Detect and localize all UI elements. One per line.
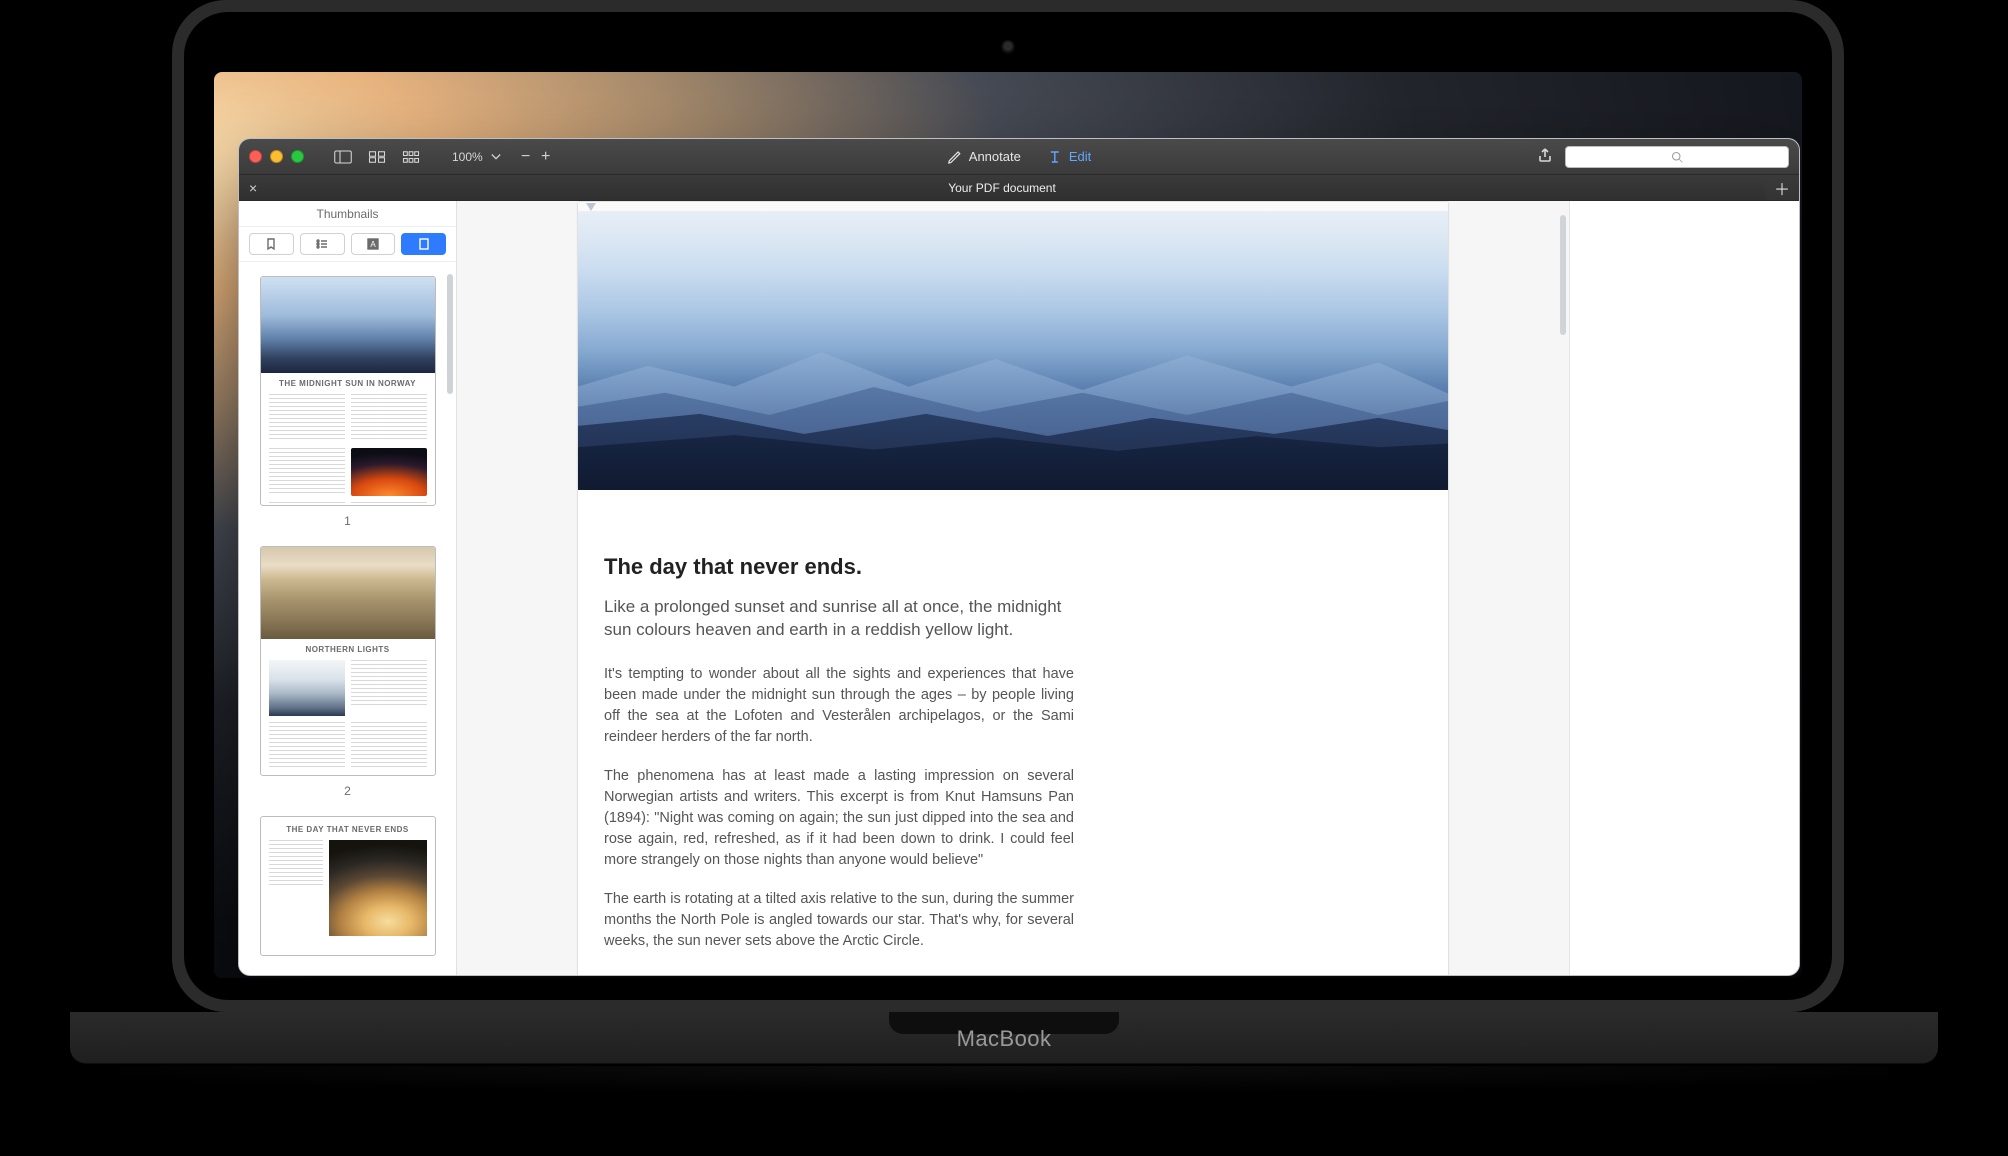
window-close-button[interactable] bbox=[249, 150, 262, 163]
thumbnail-page-number: 1 bbox=[344, 514, 351, 528]
thumbnail-list: THE MIDNIGHT SUN IN NORWAY 1 bbox=[239, 262, 456, 970]
macbook-frame: 100% − + Annotate bbox=[172, 0, 1844, 1012]
lead-text: Like a prolonged sunset and sunrise all … bbox=[604, 596, 1074, 642]
sidebar-tabs: A bbox=[239, 227, 456, 262]
thumbnail-heading: THE MIDNIGHT SUN IN NORWAY bbox=[269, 379, 427, 388]
zoom-control: 100% − + bbox=[450, 148, 555, 166]
thumbnail-page-number: 2 bbox=[344, 784, 351, 798]
document-page: The day that never ends. Like a prolonge… bbox=[577, 201, 1449, 975]
scrollbar-thumb[interactable] bbox=[1560, 215, 1566, 335]
zoom-dropdown-button[interactable] bbox=[487, 148, 505, 166]
sidebar-toggle-icon bbox=[334, 150, 352, 164]
annotate-label: Annotate bbox=[969, 149, 1021, 164]
zoom-out-button[interactable]: − bbox=[517, 148, 535, 166]
share-icon bbox=[1537, 147, 1553, 163]
window-controls bbox=[249, 150, 304, 163]
body-column: The day that never ends. Like a prolonge… bbox=[604, 554, 1074, 952]
hero-image bbox=[578, 212, 1448, 490]
thumbnail-scroll[interactable]: THE MIDNIGHT SUN IN NORWAY 1 bbox=[239, 262, 456, 975]
search-input[interactable] bbox=[1565, 146, 1789, 168]
search-icon bbox=[1671, 151, 1683, 163]
thumbnail-page-3[interactable]: THE DAY THAT NEVER ENDS bbox=[257, 816, 438, 956]
list-icon bbox=[315, 237, 329, 251]
edit-label: Edit bbox=[1069, 149, 1091, 164]
sidebar-tab-annotations[interactable]: A bbox=[351, 233, 396, 255]
paragraph-3: The earth is rotating at a tilted axis r… bbox=[604, 889, 1074, 952]
chevron-down-icon bbox=[491, 153, 501, 161]
ruler[interactable] bbox=[578, 202, 1448, 212]
tab-current[interactable]: × Your PDF document bbox=[239, 175, 1765, 200]
zoom-in-button[interactable]: + bbox=[537, 148, 555, 166]
toolbar-right bbox=[1537, 146, 1789, 168]
paragraph-1: It's tempting to wonder about all the si… bbox=[604, 664, 1074, 748]
base-shadow bbox=[120, 1066, 1888, 1094]
toolbar-center: Annotate Edit bbox=[947, 149, 1091, 165]
stage: 100% − + Annotate bbox=[0, 0, 2008, 1156]
pdf-app-window: 100% − + Annotate bbox=[238, 138, 1800, 976]
screen-bezel: 100% − + Annotate bbox=[184, 12, 1832, 1000]
page-title: The day that never ends. bbox=[604, 554, 1074, 580]
sidebar-title: Thumbnails bbox=[239, 201, 456, 227]
view-thumbnails-button[interactable] bbox=[364, 146, 390, 168]
document-scroll[interactable]: The day that never ends. Like a prolonge… bbox=[457, 201, 1569, 975]
sidebar-tab-bookmarks[interactable] bbox=[249, 233, 294, 255]
thumbnail-mini: THE MIDNIGHT SUN IN NORWAY bbox=[260, 276, 436, 506]
window-minimize-button[interactable] bbox=[270, 150, 283, 163]
annotations-icon: A bbox=[366, 237, 380, 251]
camera-icon bbox=[1001, 40, 1015, 54]
tab-title: Your PDF document bbox=[948, 181, 1056, 195]
content: Thumbnails A bbox=[239, 201, 1799, 975]
scrollbar-thumb[interactable] bbox=[447, 274, 453, 394]
window-zoom-button[interactable] bbox=[291, 150, 304, 163]
pages-view-icon bbox=[402, 150, 420, 164]
pencil-icon bbox=[947, 149, 963, 165]
view-contact-sheet-button[interactable] bbox=[398, 146, 424, 168]
thumbnails-view-icon bbox=[368, 150, 386, 164]
indent-marker-icon[interactable] bbox=[586, 203, 596, 211]
thumbnail-heading: NORTHERN LIGHTS bbox=[269, 645, 427, 654]
macbook-label: MacBook bbox=[957, 1026, 1052, 1052]
screen: 100% − + Annotate bbox=[214, 72, 1802, 978]
thumbnail-page-2[interactable]: NORTHERN LIGHTS 2 bbox=[257, 546, 438, 798]
toolbar: 100% − + Annotate bbox=[239, 139, 1799, 175]
edit-button[interactable]: Edit bbox=[1047, 149, 1091, 165]
thumbnail-heading: THE DAY THAT NEVER ENDS bbox=[269, 825, 427, 834]
share-button[interactable] bbox=[1537, 147, 1553, 166]
thumbnail-page-1[interactable]: THE MIDNIGHT SUN IN NORWAY 1 bbox=[257, 276, 438, 528]
main: The day that never ends. Like a prolonge… bbox=[457, 201, 1799, 975]
sidebar: Thumbnails A bbox=[239, 201, 457, 975]
tab-close-button[interactable]: × bbox=[249, 180, 257, 196]
sidebar-tab-outline[interactable] bbox=[300, 233, 345, 255]
minus-icon: − bbox=[521, 148, 530, 166]
tab-add-button[interactable]: ＋ bbox=[1765, 176, 1799, 200]
annotate-button[interactable]: Annotate bbox=[947, 149, 1021, 165]
sidebar-toggle-button[interactable] bbox=[330, 146, 356, 168]
bookmark-icon bbox=[264, 237, 278, 251]
paragraph-2: The phenomena has at least made a lastin… bbox=[604, 766, 1074, 871]
thumbnail-mini: NORTHERN LIGHTS bbox=[260, 546, 436, 776]
tab-bar: × Your PDF document ＋ bbox=[239, 175, 1799, 201]
text-edit-icon bbox=[1047, 149, 1063, 165]
page-icon bbox=[417, 237, 431, 251]
plus-icon: + bbox=[541, 148, 550, 166]
right-panel bbox=[1569, 201, 1799, 975]
zoom-value[interactable]: 100% bbox=[450, 150, 485, 164]
svg-text:A: A bbox=[370, 240, 376, 249]
thumbnail-mini: THE DAY THAT NEVER ENDS bbox=[260, 816, 436, 956]
sidebar-tab-thumbnails[interactable] bbox=[401, 233, 446, 255]
